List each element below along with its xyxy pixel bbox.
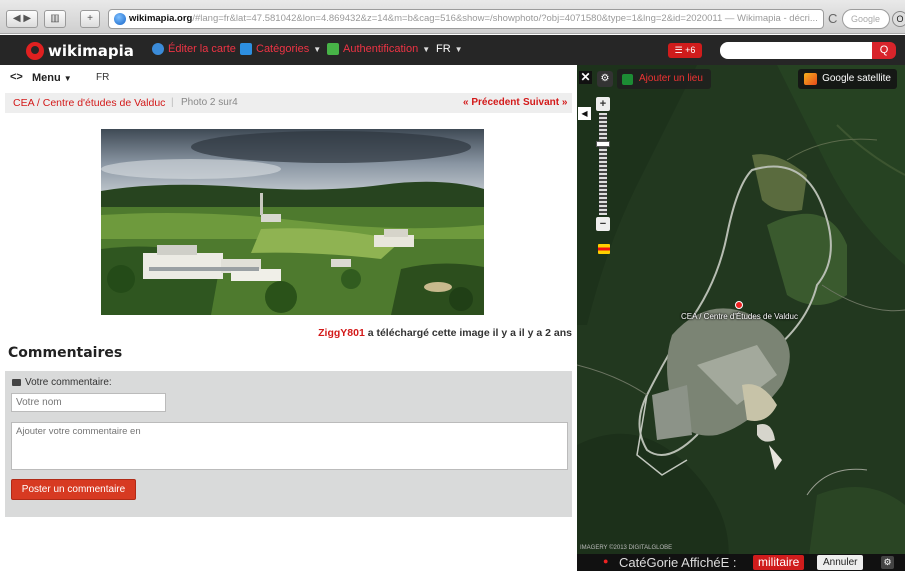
logo-text: wikimapia bbox=[48, 42, 134, 60]
name-field[interactable] bbox=[11, 393, 166, 412]
zoom-slider[interactable] bbox=[599, 113, 607, 215]
chevron-down-icon: ▼ bbox=[422, 44, 431, 54]
map-view[interactable]: ✕ ◀ ⚙ Ajouter un lieu Google satellite +… bbox=[577, 65, 905, 571]
panel-arrows-icon[interactable]: <> bbox=[10, 71, 23, 83]
bookmarks-icon[interactable]: ▥ bbox=[44, 10, 66, 28]
zoom-in-button[interactable]: + bbox=[596, 97, 610, 111]
close-map-icon[interactable]: ✕ bbox=[579, 71, 592, 84]
comments-heading: Commentaires bbox=[8, 345, 123, 361]
breadcrumb: CEA / Centre d'études de Valduc | Photo … bbox=[5, 93, 572, 113]
map-attribution: IMAGERY ©2013 DIGITALGLOBE bbox=[580, 545, 673, 551]
place-marker-icon[interactable] bbox=[735, 301, 743, 309]
panel-navigation: <> Menu ▼ FR bbox=[0, 65, 577, 90]
add-place-icon bbox=[622, 74, 633, 85]
new-tab-button[interactable]: + bbox=[80, 10, 100, 28]
category-bullet-icon: ● bbox=[603, 556, 609, 566]
uploader-link[interactable]: ZiggY801 bbox=[318, 327, 365, 339]
photo-panel: <> Menu ▼ FR CEA / Centre d'études de Va… bbox=[0, 65, 577, 571]
breadcrumb-place-link[interactable]: CEA / Centre d'études de Valduc bbox=[13, 97, 165, 109]
google-layer-icon bbox=[804, 73, 818, 85]
url-path: /#lang=fr&lat=47.581042&lon=4.869432&z=1… bbox=[192, 13, 818, 24]
user-icon bbox=[327, 43, 339, 55]
tools-icon[interactable]: O bbox=[892, 11, 905, 27]
add-place-button[interactable]: Ajouter un lieu bbox=[617, 69, 711, 89]
category-value-badge[interactable]: militaire bbox=[753, 555, 805, 570]
photo-counter: Photo 2 sur4 bbox=[181, 97, 238, 108]
menu-label: Menu bbox=[32, 72, 61, 84]
categories-icon bbox=[240, 43, 252, 55]
site-header: wikimapia Éditer la carte▼ Catégories▼ A… bbox=[0, 35, 905, 65]
next-photo-link[interactable]: Suivant » bbox=[523, 97, 567, 108]
comment-icon bbox=[12, 379, 21, 386]
comment-form: Votre commentaire: Poster un commentaire bbox=[5, 371, 572, 517]
wikimapia-logo[interactable]: wikimapia bbox=[26, 41, 134, 61]
place-photo[interactable] bbox=[101, 129, 484, 315]
place-label[interactable]: CEA / Centre d'Études de Valduc bbox=[681, 312, 798, 321]
comment-textarea[interactable] bbox=[11, 422, 568, 470]
edit-map-label: Éditer la carte bbox=[168, 43, 236, 55]
search-button[interactable]: Q bbox=[872, 42, 896, 59]
previous-photo-link[interactable]: « Précedent bbox=[463, 97, 520, 108]
categories-menu[interactable]: Catégories ▼ bbox=[240, 43, 321, 55]
language-menu[interactable]: FR ▼ bbox=[436, 43, 463, 55]
reload-icon[interactable]: C bbox=[828, 11, 840, 27]
language-label: FR bbox=[436, 43, 451, 55]
auth-menu[interactable]: Authentification ▼ bbox=[327, 43, 430, 55]
credit-text: a téléchargé cette image il y a il y a 2… bbox=[364, 327, 572, 339]
categories-label: Catégories bbox=[256, 43, 310, 55]
map-layer-button[interactable]: Google satellite bbox=[798, 69, 897, 89]
zoom-out-button[interactable]: − bbox=[596, 217, 610, 231]
globe-icon bbox=[114, 13, 126, 25]
browser-toolbar: ◀ ▶ ▥ + wikimapia.org/#lang=fr&lat=47.58… bbox=[0, 0, 905, 34]
collapse-panel-icon[interactable]: ◀ bbox=[578, 107, 591, 120]
notifications-badge[interactable]: ☰ +6 bbox=[668, 43, 702, 58]
category-settings-icon[interactable]: ⚙ bbox=[881, 556, 894, 569]
chevron-down-icon: ▼ bbox=[63, 74, 72, 83]
url-host: wikimapia.org bbox=[129, 13, 193, 24]
aerial-photo-image bbox=[101, 129, 484, 315]
post-comment-button[interactable]: Poster un commentaire bbox=[11, 479, 136, 500]
comment-form-label: Votre commentaire: bbox=[12, 377, 112, 388]
chevron-down-icon: ▼ bbox=[454, 44, 463, 54]
panel-language[interactable]: FR bbox=[96, 72, 109, 83]
comment-label-text: Votre commentaire: bbox=[25, 377, 112, 388]
menu-button[interactable]: Menu ▼ bbox=[32, 72, 72, 84]
zoom-control: + − bbox=[596, 97, 610, 257]
chevron-down-icon: ▼ bbox=[313, 44, 322, 54]
category-label: CatéGorie AffichéE : bbox=[619, 555, 737, 570]
globe-edit-icon bbox=[152, 43, 164, 55]
add-place-label: Ajouter un lieu bbox=[639, 73, 703, 84]
site-search-input[interactable] bbox=[720, 42, 872, 59]
back-forward-buttons[interactable]: ◀ ▶ bbox=[6, 10, 38, 28]
auth-label: Authentification bbox=[343, 43, 419, 55]
address-bar[interactable]: wikimapia.org/#lang=fr&lat=47.581042&lon… bbox=[108, 9, 824, 29]
logo-mark-icon bbox=[26, 42, 44, 60]
category-filter-bar: ● CatéGorie AffichéE : militaire Annuler… bbox=[577, 554, 905, 571]
cancel-category-button[interactable]: Annuler bbox=[817, 555, 864, 570]
edit-map-menu[interactable]: Éditer la carte▼ bbox=[152, 43, 248, 55]
browser-search-field[interactable]: Google bbox=[842, 9, 890, 29]
photo-credit: ZiggY801 a téléchargé cette image il y a… bbox=[318, 327, 572, 339]
flag-icon[interactable] bbox=[598, 244, 610, 254]
zoom-slider-handle[interactable] bbox=[596, 141, 610, 147]
map-settings-icon[interactable]: ⚙ bbox=[597, 71, 613, 87]
breadcrumb-separator: | bbox=[171, 97, 174, 108]
map-layer-label: Google satellite bbox=[822, 73, 891, 84]
